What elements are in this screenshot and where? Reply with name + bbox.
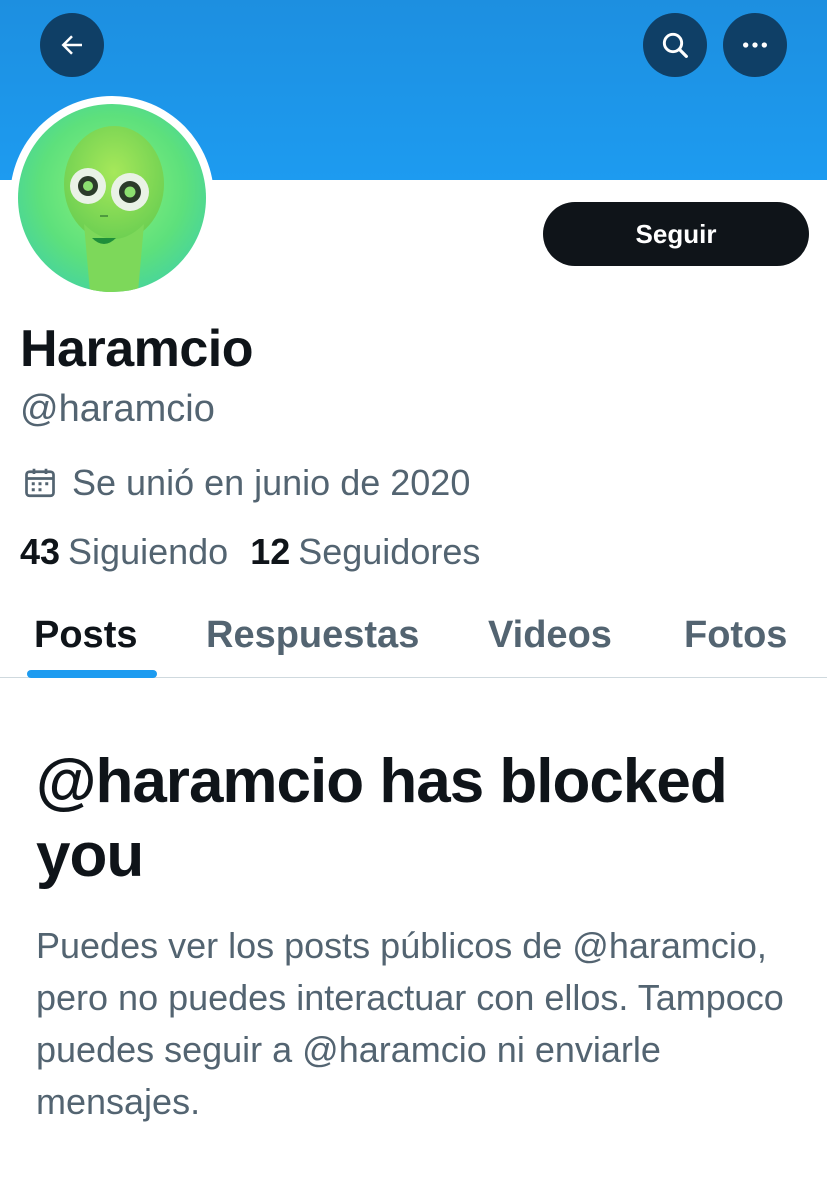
followers-link[interactable]: 12 Seguidores <box>250 531 480 573</box>
followers-count: 12 <box>250 531 291 572</box>
followers-label: Seguidores <box>298 531 481 572</box>
following-link[interactable]: 43 Siguiendo <box>20 531 228 573</box>
follow-stats: 43 Siguiendo 12 Seguidores <box>20 528 480 576</box>
profile-tabs: Posts Respuestas Videos Fotos <box>0 600 827 678</box>
tab-posts[interactable]: Posts <box>34 610 137 660</box>
calendar-icon <box>25 468 55 498</box>
join-date: Se unió en junio de 2020 <box>20 458 470 508</box>
blocked-description: Puedes ver los posts públicos de @haramc… <box>36 925 784 1122</box>
more-horizontal-icon <box>743 42 767 48</box>
arrow-left-icon <box>61 35 82 55</box>
profile-handle: @haramcio <box>20 388 215 430</box>
more-options-button[interactable] <box>723 13 787 77</box>
back-button[interactable] <box>40 13 104 77</box>
blocked-title: @haramcio has blocked you <box>36 747 728 890</box>
search-icon <box>662 32 688 58</box>
alien-avatar-image <box>18 104 206 292</box>
follow-button[interactable]: Seguir <box>543 202 809 266</box>
join-date-text: Se unió en junio de 2020 <box>72 462 471 503</box>
tab-videos[interactable]: Videos <box>488 610 612 660</box>
tab-fotos[interactable]: Fotos <box>684 610 787 660</box>
active-tab-indicator <box>27 670 157 678</box>
profile-display-name: Haramcio <box>20 320 254 378</box>
following-label: Siguiendo <box>68 531 229 572</box>
tab-respuestas[interactable]: Respuestas <box>206 610 419 660</box>
following-count: 43 <box>20 531 61 572</box>
avatar[interactable] <box>18 104 206 292</box>
search-button[interactable] <box>643 13 707 77</box>
